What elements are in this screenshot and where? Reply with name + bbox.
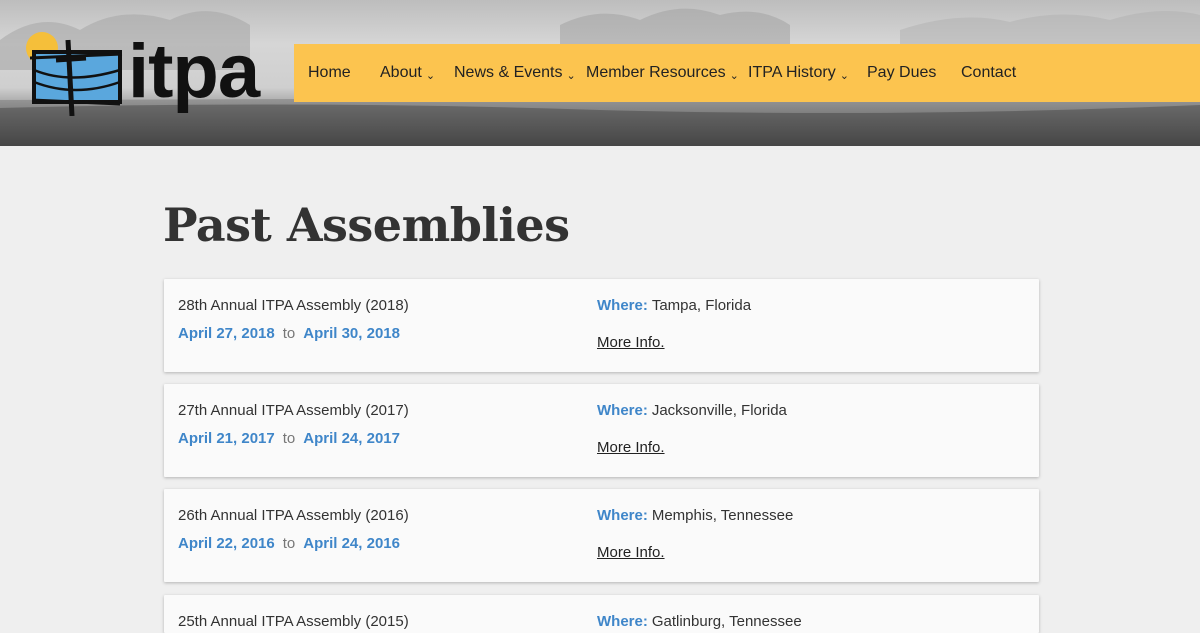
assembly-card: 26th Annual ITPA Assembly (2016) April 2… — [164, 489, 1039, 582]
assembly-location: Where: Gatlinburg, Tennessee — [597, 613, 802, 630]
more-info-link[interactable]: More Info. — [597, 439, 665, 456]
chevron-down-icon: ⌄ — [566, 69, 576, 82]
assembly-location: Where: Tampa, Florida — [597, 297, 751, 314]
nav-item-label: Member Resources — [586, 64, 726, 81]
location-value: Memphis, Tennessee — [651, 507, 794, 524]
nav-item-about[interactable]: About ⌄ — [380, 44, 435, 102]
end-date: April 30, 2018 — [303, 325, 400, 342]
assembly-card: 28th Annual ITPA Assembly (2018) April 2… — [164, 279, 1039, 372]
nav-item-home[interactable]: Home — [308, 44, 351, 102]
assembly-title: 26th Annual ITPA Assembly (2016) — [178, 507, 409, 524]
assembly-location: Where: Jacksonville, Florida — [597, 402, 787, 419]
chevron-down-icon: ⌄ — [425, 69, 436, 82]
end-date: April 24, 2017 — [303, 430, 400, 447]
assembly-card: 27th Annual ITPA Assembly (2017) April 2… — [164, 384, 1039, 477]
logo-wordmark: itpa — [128, 29, 260, 114]
nav-item-label: Pay Dues — [867, 64, 937, 81]
location-value: Gatlinburg, Tennessee — [651, 613, 802, 630]
where-label: Where: — [597, 507, 648, 524]
location-value: Tampa, Florida — [651, 297, 752, 314]
assembly-title: 27th Annual ITPA Assembly (2017) — [178, 402, 409, 419]
assembly-location: Where: Memphis, Tennessee — [597, 507, 793, 524]
main-navigation: Home About ⌄ News & Events ⌄ Member Reso… — [294, 44, 1200, 102]
to-label: to — [282, 535, 296, 552]
nav-item-news-events[interactable]: News & Events ⌄ — [454, 44, 576, 102]
assembly-dates: April 21, 2017 to April 24, 2017 — [178, 430, 400, 447]
site-header: itpa Home About ⌄ News & Events ⌄ Member… — [0, 0, 1200, 146]
where-label: Where: — [597, 297, 648, 314]
nav-item-label: About — [380, 64, 422, 81]
nav-item-label: Home — [308, 64, 351, 81]
nav-item-label: ITPA History — [748, 64, 836, 81]
more-info-link[interactable]: More Info. — [597, 544, 665, 561]
itpa-logo[interactable]: itpa — [20, 30, 265, 120]
start-date: April 27, 2018 — [178, 325, 275, 342]
nav-item-contact[interactable]: Contact — [961, 44, 1016, 102]
chevron-down-icon: ⌄ — [729, 69, 739, 82]
nav-item-label: News & Events — [454, 64, 563, 81]
to-label: to — [282, 430, 296, 447]
nav-item-pay-dues[interactable]: Pay Dues — [867, 44, 936, 102]
where-label: Where: — [597, 402, 648, 419]
power-line-logo-icon — [26, 32, 123, 116]
assembly-title: 25th Annual ITPA Assembly (2015) — [178, 613, 409, 630]
nav-item-label: Contact — [961, 64, 1017, 81]
nav-item-member-resources[interactable]: Member Resources ⌄ — [586, 44, 739, 102]
assembly-title: 28th Annual ITPA Assembly (2018) — [178, 297, 409, 314]
nav-item-itpa-history[interactable]: ITPA History ⌄ — [748, 44, 849, 102]
end-date: April 24, 2016 — [303, 535, 400, 552]
location-value: Jacksonville, Florida — [651, 402, 787, 419]
page-title: Past Assemblies — [163, 198, 570, 252]
start-date: April 22, 2016 — [178, 535, 275, 552]
where-label: Where: — [597, 613, 648, 630]
assembly-card: 25th Annual ITPA Assembly (2015) Where: G… — [164, 595, 1039, 633]
assembly-dates: April 22, 2016 to April 24, 2016 — [178, 535, 400, 552]
chevron-down-icon: ⌄ — [839, 69, 849, 82]
start-date: April 21, 2017 — [178, 430, 275, 447]
more-info-link[interactable]: More Info. — [597, 334, 665, 351]
to-label: to — [282, 325, 296, 342]
assembly-dates: April 27, 2018 to April 30, 2018 — [178, 325, 400, 342]
